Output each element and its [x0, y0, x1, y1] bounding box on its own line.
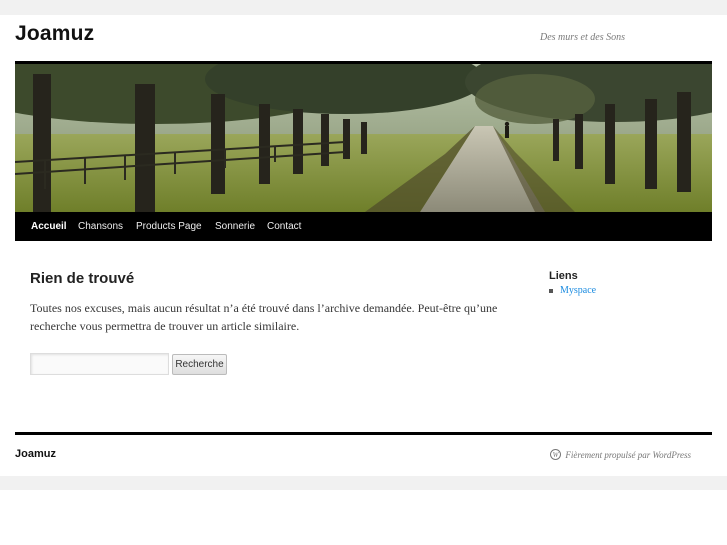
link-myspace[interactable]: Myspace: [560, 285, 596, 296]
nav-item-accueil[interactable]: Accueil: [31, 212, 67, 241]
svg-text:W: W: [553, 451, 560, 459]
bottom-margin-band: [0, 476, 727, 490]
nav-item-products-page[interactable]: Products Page: [136, 212, 202, 241]
header-banner-image: [15, 64, 712, 212]
links-list: Myspace: [549, 285, 596, 296]
footer-credit[interactable]: W Fièrement propulsé par WordPress: [550, 449, 691, 460]
page-title: Rien de trouvé: [30, 270, 135, 287]
footer-site-title[interactable]: Joamuz: [15, 448, 56, 460]
top-margin-band: [0, 0, 727, 15]
site-description: Des murs et des Sons: [540, 32, 625, 43]
nav-item-chansons[interactable]: Chansons: [78, 212, 123, 241]
not-found-message: Toutes nos excuses, mais aucun résultat …: [30, 301, 498, 333]
widget-title: Liens: [549, 270, 578, 282]
site-title-link[interactable]: Joamuz: [15, 22, 94, 46]
footer-credit-text[interactable]: Fièrement propulsé par WordPress: [565, 450, 691, 460]
nav-item-sonnerie[interactable]: Sonnerie: [215, 212, 255, 241]
footer-rule: [15, 432, 712, 435]
nav-item-contact[interactable]: Contact: [267, 212, 301, 241]
search-input[interactable]: [30, 353, 169, 375]
search-button[interactable]: Recherche: [172, 354, 227, 375]
bullet-icon: [549, 288, 553, 293]
main-navigation: Accueil Chansons Products Page Sonnerie …: [15, 212, 712, 241]
wordpress-icon: W: [550, 449, 562, 460]
